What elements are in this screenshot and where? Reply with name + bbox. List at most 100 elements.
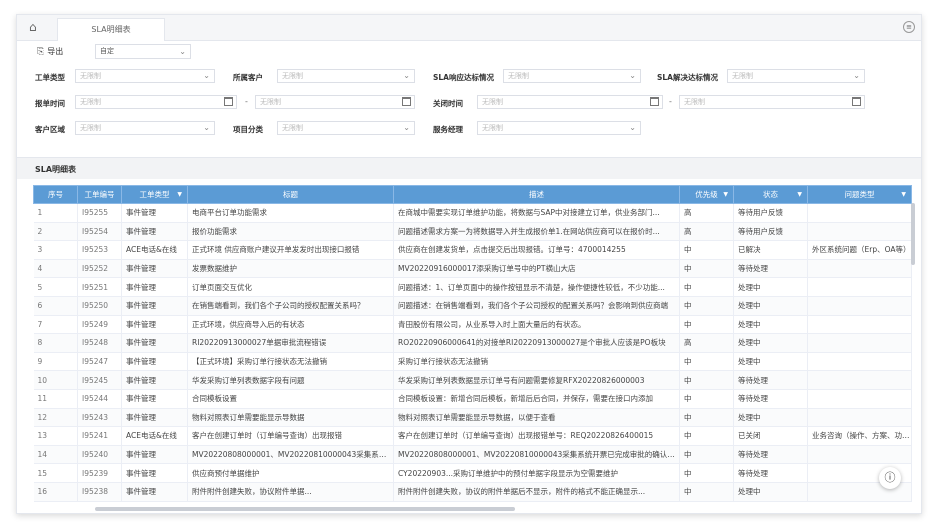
table-row[interactable]: 15 I95239 事件管理 供应商预付单据维护 CY20220903...采购订单维护… <box>33 463 912 483</box>
cell-ticket-no: I95253 <box>77 240 122 260</box>
table-row[interactable]: 6 I95250 事件管理 在销售端看到，我们各个子公司的授权配置关系吗？ 问题描述：在… <box>33 296 912 316</box>
sla-resolve-select[interactable]: 无限制 ⌄ <box>727 69 865 83</box>
sla-response-label: SLA响应达标情况 <box>433 73 494 82</box>
close-time-label: 关闭时间 <box>433 99 463 108</box>
table-row[interactable]: 2 I95254 事件管理 报价功能需求 问题描述需求方案一为将数据导入并生成报价单1.… <box>33 222 912 242</box>
col-header-title[interactable]: 标题 <box>187 185 394 204</box>
cell-priority: 中 <box>679 240 734 260</box>
table-row[interactable]: 7 I95249 事件管理 正式环境，供应商导入后的有状态 青田股份有限公司，从业系导入… <box>33 315 912 335</box>
col-header-issue-type[interactable]: 问题类型 ▼ <box>807 185 912 204</box>
cell-ticket-type: 事件管理 <box>121 370 188 390</box>
calendar-icon <box>402 97 411 106</box>
cell-issue-type: 外区系统问题（Erp、OA等） <box>807 240 912 260</box>
cell-ticket-type: 事件管理 <box>121 203 188 223</box>
cell-issue-type <box>807 408 912 428</box>
cell-ticket-type: 事件管理 <box>121 259 188 279</box>
table-row[interactable]: 12 I95243 事件管理 物料对照表订单需要能显示导数据 物料对照表订单需要能显示导… <box>33 408 912 428</box>
cell-description: 青田股份有限公司，从业系导入时上面大量后的有状态。 <box>393 315 680 335</box>
cell-title: MV20220808000001、MV20220810000043采集系统开票 <box>187 445 394 465</box>
table-row[interactable]: 3 I95253 ACE电话&在线 正式环境 供应商账户建议开单发发时出现接口报错 供应… <box>33 240 912 260</box>
col-header-index[interactable]: 序号 <box>33 185 78 204</box>
ticket-type-select[interactable]: 无限制 ⌄ <box>75 69 215 83</box>
cell-ticket-no: I95252 <box>77 259 122 279</box>
cell-ticket-type: 事件管理 <box>121 296 188 316</box>
cell-title: 华发采购订单列表数据字段有问题 <box>187 370 394 390</box>
col-header-ticket-type[interactable]: 工单类型 ▼ <box>121 185 188 204</box>
col-header-ticket-no[interactable]: 工单编号 <box>77 185 122 204</box>
report-time-start[interactable]: 无限制 <box>75 95 237 109</box>
table-row[interactable]: 11 I95244 事件管理 合同模板设置 合同模板设置：新增合同后模板，新增后后合同，… <box>33 389 912 409</box>
help-icon[interactable]: ⓘ <box>879 467 901 489</box>
calendar-icon <box>224 97 233 106</box>
view-select[interactable]: 自定 ⌄ <box>95 44 191 59</box>
sort-down-icon[interactable]: ▼ <box>901 191 906 198</box>
table-row[interactable]: 10 I95245 事件管理 华发采购订单列表数据字段有问题 华发采购订单列表数据显示订… <box>33 370 912 390</box>
cell-index: 7 <box>33 315 78 335</box>
menu-icon[interactable]: ≡ <box>903 21 915 33</box>
cell-title: 订单页面交互优化 <box>187 277 394 297</box>
cell-index: 5 <box>33 277 78 297</box>
table-row[interactable]: 1 I95255 事件管理 电商平台订单功能需求 在商城中需要实现订单维护功能，将数据与… <box>33 203 912 223</box>
cell-ticket-type: 事件管理 <box>121 352 188 372</box>
col-header-priority[interactable]: 优先级 ▼ <box>679 185 734 204</box>
table-row[interactable]: 5 I95251 事件管理 订单页面交互优化 问题描述：1、订单页面中的操作按钮显示不清… <box>33 277 912 297</box>
home-icon[interactable]: ⌂ <box>29 20 37 34</box>
cell-title: 供应商预付单据维护 <box>187 463 394 483</box>
sort-down-icon[interactable]: ▼ <box>723 191 728 198</box>
table-container: 序号 工单编号 工单类型 ▼ 标题 描述 优先级 ▼ 状态 ▼ 问题类型 ▼ 1 I952… <box>17 179 921 513</box>
sla-table: 序号 工单编号 工单类型 ▼ 标题 描述 优先级 ▼ 状态 ▼ 问题类型 ▼ 1 I952… <box>33 185 912 502</box>
cell-priority: 中 <box>679 296 734 316</box>
table-row[interactable]: 16 I95238 事件管理 附件附件创建失败，协议附件单据... 附件附件创建失败，协… <box>33 482 912 502</box>
horizontal-scrollbar[interactable] <box>95 507 515 511</box>
close-time-end[interactable]: 无限制 <box>679 95 865 109</box>
close-time-start[interactable]: 无限制 <box>477 95 663 109</box>
table-row[interactable]: 13 I95241 ACE电话&在线 客户在创建订单时（订单编号查询）出现报错 客户在创… <box>33 426 912 446</box>
cell-ticket-no: I95248 <box>77 333 122 353</box>
cell-priority: 高 <box>679 333 734 353</box>
manager-select[interactable]: 无限制 ⌄ <box>477 121 641 135</box>
table-row[interactable]: 4 I95252 事件管理 发票数据维护 MV20220916000017添采购订单号中… <box>33 259 912 279</box>
cell-title: 发票数据维护 <box>187 259 394 279</box>
report-time-end[interactable]: 无限制 <box>255 95 415 109</box>
cell-ticket-type: ACE电话&在线 <box>121 240 188 260</box>
chevron-down-icon: ⌄ <box>853 71 860 80</box>
col-header-status[interactable]: 状态 ▼ <box>733 185 808 204</box>
cell-priority: 中 <box>679 352 734 372</box>
cell-index: 13 <box>33 426 78 446</box>
table-row[interactable]: 9 I95247 事件管理 【正式环境】采购订单行接状态无法撤销 采购订单行接状态无法撤… <box>33 352 912 372</box>
sort-down-icon[interactable]: ▼ <box>797 191 802 198</box>
chevron-down-icon: ⌄ <box>403 71 410 80</box>
table-row[interactable]: 14 I95240 事件管理 MV20220808000001、MV202208100… <box>33 445 912 465</box>
cell-index: 12 <box>33 408 78 428</box>
cell-description: 问题描述：在销售端看到，我们各个子公司授权的配置关系吗？会影响到供应商端 <box>393 296 680 316</box>
table-body: 1 I95255 事件管理 电商平台订单功能需求 在商城中需要实现订单维护功能，将数据与… <box>33 203 912 502</box>
tab-sla-detail[interactable]: SLA明细表 <box>57 18 165 41</box>
cell-ticket-no: I95249 <box>77 315 122 335</box>
table-row[interactable]: 8 I95248 事件管理 RI20220913000027单据审批流程错误 RO202… <box>33 333 912 353</box>
cell-priority: 中 <box>679 463 734 483</box>
cell-ticket-no: I95250 <box>77 296 122 316</box>
chevron-down-icon: ⌄ <box>629 123 636 132</box>
vertical-scrollbar[interactable] <box>911 203 915 265</box>
cell-issue-type <box>807 370 912 390</box>
export-icon: ⎘ <box>37 47 45 57</box>
region-label: 客户区域 <box>35 125 65 134</box>
col-header-description[interactable]: 描述 <box>393 185 680 204</box>
region-select[interactable]: 无限制 ⌄ <box>75 121 215 135</box>
customer-select[interactable]: 无限制 ⌄ <box>277 69 415 83</box>
cell-index: 1 <box>33 203 78 223</box>
calendar-icon <box>650 97 659 106</box>
cell-description: MV20220808000001、MV20220810000043采集系统开票已… <box>393 445 680 465</box>
export-button[interactable]: ⎘ 导出 <box>37 46 63 57</box>
cell-priority: 中 <box>679 277 734 297</box>
tab-bar: ⌂ SLA明细表 ≡ <box>17 15 921 41</box>
cell-status: 处理中 <box>733 333 808 353</box>
cell-status: 处理中 <box>733 482 808 502</box>
sla-response-select[interactable]: 无限制 ⌄ <box>503 69 641 83</box>
cell-status: 等待处理 <box>733 389 808 409</box>
cell-status: 等待处理 <box>733 445 808 465</box>
sort-down-icon[interactable]: ▼ <box>177 191 182 198</box>
filter-panel: 工单类型 无限制 ⌄ 所属客户 无限制 ⌄ SLA响应达标情况 无限制 ⌄ SLA解决… <box>17 65 921 157</box>
cell-ticket-type: 事件管理 <box>121 277 188 297</box>
category-select[interactable]: 无限制 ⌄ <box>277 121 415 135</box>
